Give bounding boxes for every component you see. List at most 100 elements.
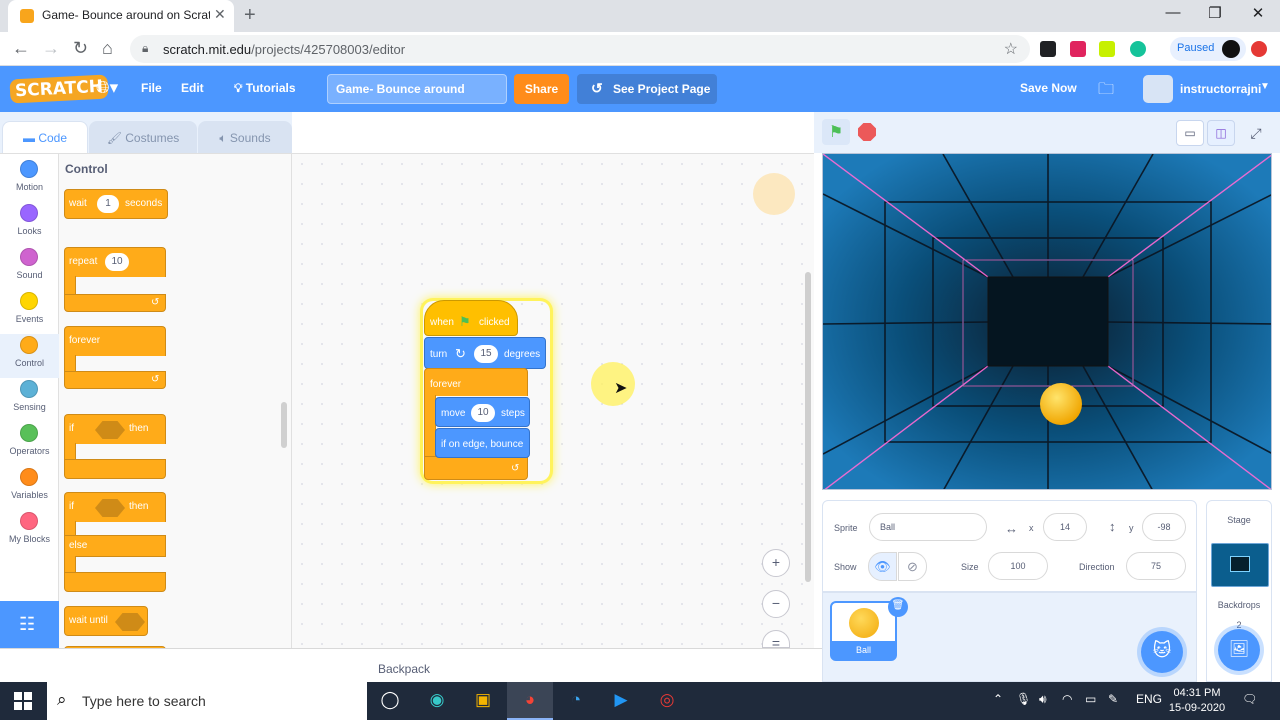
category-looks[interactable]: Looks — [0, 204, 59, 248]
sprite-thumbnail-ball[interactable]: Ball 🗑︎ — [830, 597, 908, 661]
zoom-in-button[interactable]: + — [762, 549, 790, 577]
y-position-input[interactable] — [1142, 513, 1186, 541]
stage-selector-panel[interactable]: Stage Backdrops 2 🖼︎ — [1206, 500, 1272, 682]
profile-button[interactable]: Paused — [1170, 37, 1246, 61]
category-sensing[interactable]: Sensing — [0, 380, 59, 424]
condition-slot[interactable] — [95, 499, 125, 517]
sprite-name-input[interactable] — [869, 513, 987, 541]
add-sprite-button[interactable]: 🐱︎ — [1141, 631, 1183, 673]
zoom-out-button[interactable]: − — [762, 590, 790, 618]
forward-icon[interactable]: → — [42, 38, 60, 59]
x-position-input[interactable] — [1043, 513, 1087, 541]
ball-sprite[interactable] — [1040, 383, 1082, 425]
repeat-count-input[interactable]: 10 — [105, 253, 129, 271]
delete-sprite-icon[interactable]: 🗑︎ — [888, 597, 908, 617]
language-globe-icon[interactable]: 🌐︎▾ — [96, 78, 118, 98]
condition-slot[interactable] — [115, 613, 145, 631]
backpack-bar[interactable]: Backpack — [0, 648, 822, 682]
close-tab-icon[interactable]: ✕ — [214, 6, 226, 23]
add-extension-button[interactable]: ☷ — [0, 601, 59, 649]
extension-n-icon[interactable] — [1099, 41, 1115, 57]
taskbar-search-box[interactable]: ⌕ Type here to search — [47, 682, 367, 720]
tutorials-button[interactable]: 💡︎ Tutorials — [234, 81, 296, 96]
extension-red-icon[interactable] — [1251, 41, 1267, 57]
direction-input[interactable] — [1126, 552, 1186, 580]
size-input[interactable] — [988, 552, 1048, 580]
save-now-button[interactable]: Save Now — [1020, 81, 1077, 95]
app-circle-icon[interactable]: ◉ — [414, 682, 460, 720]
condition-slot[interactable] — [95, 421, 125, 439]
palette-repeat-block[interactable]: repeat 10 — [64, 247, 166, 277]
edit-menu[interactable]: Edit — [181, 81, 204, 95]
green-flag-button[interactable]: ⚑ — [822, 119, 850, 145]
palette-forever-block[interactable]: forever — [64, 326, 166, 356]
edge-icon[interactable]: ◔ — [553, 682, 599, 720]
stage-canvas[interactable] — [822, 153, 1272, 490]
move-steps-input[interactable]: 10 — [471, 404, 495, 422]
forever-block[interactable]: forever — [424, 368, 528, 396]
home-icon[interactable]: ⌂ — [102, 38, 113, 59]
new-tab-icon[interactable]: + — [244, 4, 256, 27]
language-indicator[interactable]: ENG — [1136, 692, 1162, 706]
category-variables[interactable]: Variables — [0, 468, 59, 512]
workspace-scrollbar[interactable] — [805, 272, 811, 582]
project-title-input[interactable] — [327, 74, 507, 104]
user-menu-caret-icon[interactable]: ▼ — [1260, 81, 1270, 92]
stage-backdrop-thumbnail[interactable] — [1211, 543, 1269, 587]
palette-scrollbar[interactable] — [281, 402, 287, 448]
share-button[interactable]: Share — [514, 74, 569, 104]
palette-if-else-block[interactable]: if then — [64, 492, 166, 522]
normal-stage-icon[interactable]: ◫ — [1207, 120, 1235, 146]
category-sound[interactable]: Sound — [0, 248, 59, 292]
turn-block[interactable]: turn ↻ 15 degrees — [424, 337, 546, 369]
palette-wait-block[interactable]: wait 1 seconds — [64, 189, 168, 219]
cortana-icon[interactable]: ◯ — [367, 682, 413, 720]
tab-sounds[interactable]: 🔈︎ Sounds — [198, 121, 292, 154]
tray-chevron-icon[interactable]: ⌃ — [993, 692, 1003, 706]
show-visible-button[interactable]: 👁︎ — [868, 552, 897, 581]
back-icon[interactable]: ← — [12, 38, 30, 59]
windows-start-icon[interactable] — [14, 692, 32, 710]
bookmark-star-icon[interactable]: ☆ — [1004, 39, 1018, 59]
bounce-on-edge-block[interactable]: if on edge, bounce — [435, 428, 530, 458]
scratch-logo[interactable]: SCRATCH — [9, 74, 109, 104]
file-menu[interactable]: File — [141, 81, 162, 95]
move-steps-block[interactable]: move 10 steps — [435, 397, 530, 427]
taskbar-clock[interactable]: 04:31 PM 15-09-2020 — [1168, 686, 1226, 716]
wait-seconds-input[interactable]: 1 — [97, 195, 119, 213]
category-control[interactable]: Control — [0, 334, 59, 378]
zoom-reset-button[interactable]: = — [762, 630, 790, 651]
category-events[interactable]: Events — [0, 292, 59, 336]
when-flag-clicked-block[interactable]: when ⚑ clicked — [424, 300, 518, 336]
recorder-app-icon[interactable]: ◎ — [644, 682, 690, 720]
maximize-icon[interactable]: ❐ — [1192, 4, 1238, 22]
script-workspace[interactable]: when ⚑ clicked turn ↻ 15 degrees forever… — [292, 153, 814, 651]
address-bar[interactable]: 🔒︎ scratch.mit.edu/projects/425708003/ed… — [130, 35, 1030, 63]
palette-if-then-block[interactable]: if then — [64, 414, 166, 444]
add-backdrop-button[interactable]: 🖼︎ — [1218, 629, 1260, 671]
pen-icon[interactable]: ✎ — [1108, 692, 1118, 706]
user-avatar[interactable] — [1143, 75, 1173, 103]
see-project-page-button[interactable]: ↺ See Project Page — [577, 74, 717, 104]
stop-button[interactable] — [858, 123, 876, 141]
chrome-icon[interactable]: ◕ — [507, 682, 553, 720]
network-icon[interactable]: ◠ — [1062, 692, 1072, 706]
category-my-blocks[interactable]: My Blocks — [0, 512, 59, 556]
file-explorer-icon[interactable]: ▣ — [460, 682, 506, 720]
browser-tab[interactable]: Game- Bounce around on Scratch ✕ — [8, 0, 234, 32]
palette-wait-until-block[interactable]: wait until — [64, 606, 148, 636]
extension-shield-icon[interactable] — [1040, 41, 1056, 57]
turn-degrees-input[interactable]: 15 — [474, 345, 498, 363]
show-hidden-button[interactable]: ⊘ — [898, 552, 927, 581]
username[interactable]: instructorrajni — [1180, 82, 1261, 96]
close-window-icon[interactable]: ✕ — [1235, 4, 1280, 22]
notifications-icon[interactable]: 🗨︎ — [1242, 692, 1257, 706]
extension-grammarly-icon[interactable] — [1130, 41, 1146, 57]
fullscreen-icon[interactable]: ⤢ — [1242, 120, 1270, 146]
tab-costumes[interactable]: 🖌︎ Costumes — [89, 121, 197, 154]
battery-icon[interactable]: ▭ — [1085, 692, 1096, 706]
my-stuff-folder-icon[interactable]: 🗀︎ — [1098, 78, 1114, 105]
small-stage-icon[interactable]: ▭ — [1176, 120, 1204, 146]
category-operators[interactable]: Operators — [0, 424, 59, 468]
extension-record-icon[interactable] — [1070, 41, 1086, 57]
